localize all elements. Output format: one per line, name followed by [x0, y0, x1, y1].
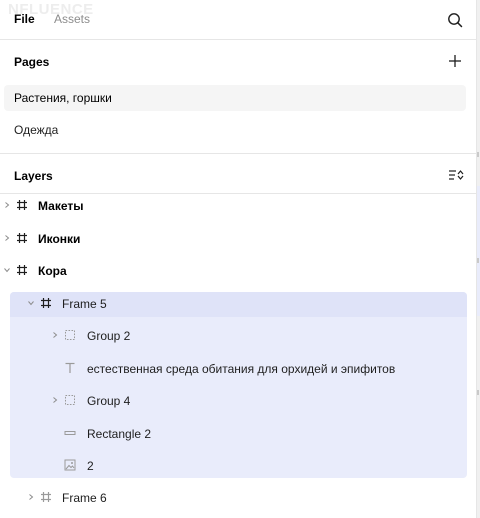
layer-row-rectangle-2[interactable]: Rectangle 2: [0, 418, 476, 450]
image-icon: [64, 459, 76, 471]
pages-layers-divider: [0, 153, 476, 154]
layer-row-frame-5[interactable]: Frame 5: [0, 288, 476, 320]
tab-file[interactable]: File: [14, 12, 35, 26]
layer-row-ikonki[interactable]: Иконки: [0, 223, 476, 255]
layer-label: естественная среда обитания для орхидей …: [87, 362, 396, 376]
hash-frame-icon: [17, 265, 27, 275]
search-icon[interactable]: [446, 11, 464, 29]
hash-frame-icon: [41, 492, 51, 502]
edge-handle-mark: [477, 152, 479, 157]
page-item-label: Одежда: [14, 123, 59, 137]
layer-row-kora[interactable]: Кора: [0, 255, 476, 287]
chevron-down-icon[interactable]: [27, 299, 35, 307]
text-icon: [65, 362, 75, 373]
panel-tabs-bar: NFLUENCE File Assets: [0, 0, 476, 40]
layer-row-image-2[interactable]: 2: [0, 450, 476, 482]
chevron-right-icon[interactable]: [3, 201, 11, 209]
layer-label: Frame 6: [62, 491, 107, 505]
chevron-right-icon[interactable]: [51, 331, 59, 339]
layer-label: Group 2: [87, 329, 131, 343]
dashed-group-icon: [65, 330, 75, 340]
layer-label: Frame 5: [62, 297, 107, 311]
layers-title: Layers: [14, 169, 53, 183]
layer-label: Rectangle 2: [87, 427, 152, 441]
chevron-right-icon[interactable]: [27, 493, 35, 501]
layer-label: Макеты: [38, 199, 84, 213]
hash-frame-icon: [41, 298, 51, 308]
layer-row-text[interactable]: естественная среда обитания для орхидей …: [0, 353, 476, 385]
edge-handle-mark: [477, 390, 479, 395]
chevron-right-icon[interactable]: [3, 234, 11, 242]
pages-header: Pages: [0, 41, 476, 81]
hash-frame-icon: [17, 200, 27, 210]
layer-row-frame-6[interactable]: Frame 6: [0, 482, 476, 514]
layers-header: Layers: [0, 155, 476, 195]
layer-label: Group 4: [87, 394, 131, 408]
sort-list-icon[interactable]: [446, 166, 464, 184]
chevron-right-icon[interactable]: [51, 396, 59, 404]
plus-icon[interactable]: [446, 52, 464, 70]
pages-title: Pages: [14, 55, 50, 69]
layer-label: 2: [87, 459, 94, 473]
edge-handle-mark: [477, 258, 479, 263]
left-panel: NFLUENCE File Assets Pages Растения, гор…: [0, 0, 476, 518]
page-item-clothes[interactable]: Одежда: [4, 117, 466, 143]
page-item-plants[interactable]: Растения, горшки: [4, 85, 466, 111]
rectangle-icon: [64, 431, 76, 435]
layer-label: Кора: [38, 264, 67, 278]
page-item-label: Растения, горшки: [14, 91, 112, 105]
chevron-down-icon[interactable]: [3, 266, 11, 274]
layer-row-group-4[interactable]: Group 4: [0, 385, 476, 417]
tab-assets[interactable]: Assets: [54, 12, 90, 26]
layer-row-maketi[interactable]: Макеты: [0, 190, 476, 222]
layer-row-group-2[interactable]: Group 2: [0, 320, 476, 352]
layer-label: Иконки: [38, 232, 81, 246]
dashed-group-icon: [65, 395, 75, 405]
hash-frame-icon: [17, 233, 27, 243]
